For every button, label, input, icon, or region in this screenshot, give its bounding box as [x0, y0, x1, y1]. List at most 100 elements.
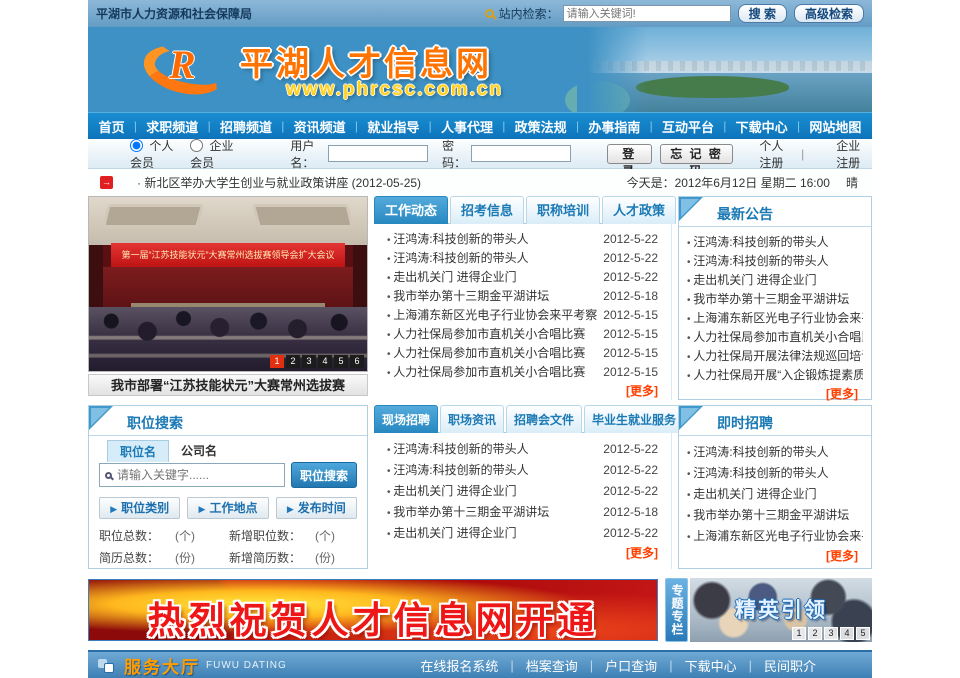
tab-career-info[interactable]: 职场资讯: [440, 405, 504, 433]
banner-page-button[interactable]: 4: [840, 627, 854, 640]
advanced-search-button[interactable]: 高级检索: [794, 4, 864, 23]
password-field[interactable]: [471, 145, 571, 162]
photo-page-button[interactable]: 5: [334, 355, 348, 368]
tab-graduate-service[interactable]: 毕业生就业服务: [584, 405, 684, 433]
recruit-link[interactable]: 走出机关门 进得企业门: [387, 524, 597, 541]
tab-position-name[interactable]: 职位名: [107, 440, 169, 462]
company-radio-input[interactable]: [190, 139, 203, 152]
tab-company-name[interactable]: 公司名: [169, 440, 229, 462]
notice-link[interactable]: 汪鸿涛:科技创新的带头人: [687, 233, 863, 250]
banner-page-button[interactable]: 5: [856, 627, 870, 640]
notice-link[interactable]: 汪鸿涛:科技创新的带头人: [687, 252, 863, 269]
job-search-button[interactable]: 职位搜索: [291, 462, 357, 488]
notice-link[interactable]: 我市举办第十三期金平湖讲坛: [687, 290, 863, 307]
news-link[interactable]: 走出机关门 进得企业门: [387, 268, 597, 285]
filter-publish-time[interactable]: ▶发布时间: [276, 497, 357, 519]
instant-link[interactable]: 上海浦东新区光电子行业协会来平考: [687, 527, 863, 544]
banner-text: 热烈祝贺人才信息网开通: [89, 590, 657, 641]
instant-link[interactable]: 汪鸿涛:科技创新的带头人: [687, 464, 863, 481]
photo-news[interactable]: 第一届“江苏技能状元”大赛常州选拔赛领导会扩大会议 1 2 3 4 5 6: [88, 196, 368, 372]
site-search-button[interactable]: 搜 索: [738, 4, 787, 23]
announcement-link[interactable]: 新北区举办大学生创业与就业政策讲座 (2012-05-25): [137, 174, 421, 191]
filter-job-category[interactable]: ▶职位类别: [99, 497, 180, 519]
nav-item-interact[interactable]: 互动平台: [662, 117, 714, 136]
special-column-strip[interactable]: 专题专栏: [665, 578, 688, 642]
notice-item: 走出机关门 进得企业门: [679, 270, 871, 289]
nav-item-hr-agency[interactable]: 人事代理: [441, 117, 493, 136]
notice-link[interactable]: 人力社保局开展法律法规巡回培训: [687, 347, 863, 364]
site-url[interactable]: www.phrcsc.com.cn: [286, 79, 503, 101]
photo-page-button[interactable]: 1: [270, 355, 284, 368]
play-arrow-icon: ▶: [110, 504, 117, 514]
recruit-link[interactable]: 汪鸿涛:科技创新的带头人: [387, 461, 597, 478]
instant-link[interactable]: 走出机关门 进得企业门: [687, 485, 863, 502]
recruit-link[interactable]: 汪鸿涛:科技创新的带头人: [387, 440, 597, 457]
register-personal-link[interactable]: 个人注册: [759, 137, 795, 171]
nav-item-download[interactable]: 下载中心: [736, 117, 788, 136]
recruit-link[interactable]: 走出机关门 进得企业门: [387, 482, 597, 499]
instant-link[interactable]: 汪鸿涛:科技创新的带头人: [687, 443, 863, 460]
forgot-password-button[interactable]: 忘 记 密 码: [660, 144, 734, 164]
news-link[interactable]: 汪鸿涛:科技创新的带头人: [387, 230, 597, 247]
celebration-banner[interactable]: 热烈祝贺人才信息网开通: [88, 579, 658, 641]
news-link[interactable]: 我市举办第十三期金平湖讲坛: [387, 287, 597, 304]
site-logo-icon[interactable]: R: [143, 41, 238, 99]
register-company-link[interactable]: 企业注册: [836, 137, 872, 171]
news-link[interactable]: 人力社保局参加市直机关小合唱比赛: [387, 363, 597, 380]
filter-work-location[interactable]: ▶工作地点: [187, 497, 268, 519]
site-search-input[interactable]: [563, 5, 731, 22]
recruit-link[interactable]: 我市举办第十三期金平湖讲坛: [387, 503, 597, 520]
tab-jobfair-files[interactable]: 招聘会文件: [506, 405, 582, 433]
photo-page-button[interactable]: 4: [318, 355, 332, 368]
notice-link[interactable]: 走出机关门 进得企业门: [687, 271, 863, 288]
elite-banner[interactable]: 精英引领 1 2 3 4 5: [690, 578, 872, 642]
nav-item-info[interactable]: 资讯频道: [294, 117, 346, 136]
stat-label: 新增职位数：: [229, 527, 315, 544]
recruit-item: 走出机关门 进得企业门2012-5-22: [374, 522, 671, 543]
banner-page-button[interactable]: 1: [792, 627, 806, 640]
tab-work-news[interactable]: 工作动态: [374, 196, 448, 224]
nav-item-jobseek[interactable]: 求职频道: [146, 117, 198, 136]
notice-link[interactable]: 人力社保局开展“入企锻炼提素质”: [687, 366, 863, 383]
member-company-radio[interactable]: 企业会员: [190, 137, 240, 171]
news-more-link[interactable]: [更多]: [374, 382, 671, 399]
tab-onsite-recruit[interactable]: 现场招聘: [374, 405, 438, 433]
news-link[interactable]: 人力社保局参加市直机关小合唱比赛: [387, 344, 597, 361]
notices-more-link[interactable]: [更多]: [679, 385, 871, 402]
main-content: 第一届“江苏技能状元”大赛常州选拔赛领导会扩大会议 1 2 3 4 5 6 我市…: [88, 196, 872, 578]
nav-item-service-guide[interactable]: 办事指南: [588, 117, 640, 136]
link-private-agency[interactable]: 民间职介: [764, 656, 816, 675]
instant-link[interactable]: 我市举办第十三期金平湖讲坛: [687, 506, 863, 523]
recruit-more-link[interactable]: [更多]: [374, 544, 671, 561]
banner-page-button[interactable]: 2: [808, 627, 822, 640]
nav-item-policy[interactable]: 政策法规: [515, 117, 567, 136]
photo-page-button[interactable]: 6: [350, 355, 364, 368]
nav-item-guide[interactable]: 就业指导: [367, 117, 419, 136]
notice-link[interactable]: 人力社保局参加市直机关小合唱比赛: [687, 328, 863, 345]
member-personal-radio[interactable]: 个人会员: [130, 137, 180, 171]
news-link[interactable]: 上海浦东新区光电子行业协会来平考察: [387, 306, 597, 323]
job-keyword-box: [99, 463, 285, 487]
instant-more-link[interactable]: [更多]: [679, 547, 871, 564]
nav-item-recruit[interactable]: 招聘频道: [220, 117, 272, 136]
personal-radio-input[interactable]: [130, 139, 143, 152]
tab-title-training[interactable]: 职称培训: [526, 196, 600, 224]
photo-caption-link[interactable]: 我市部署“江苏技能状元”大赛常州选拔赛: [88, 374, 368, 396]
link-download-center[interactable]: 下载中心: [685, 656, 737, 675]
news-link[interactable]: 汪鸿涛:科技创新的带头人: [387, 249, 597, 266]
tab-exam-info[interactable]: 招考信息: [450, 196, 524, 224]
job-keyword-input[interactable]: [117, 468, 279, 482]
login-button[interactable]: 登 录: [607, 144, 652, 164]
photo-page-button[interactable]: 2: [286, 355, 300, 368]
photo-page-button[interactable]: 3: [302, 355, 316, 368]
banner-page-button[interactable]: 3: [824, 627, 838, 640]
link-archive-query[interactable]: 档案查询: [526, 656, 578, 675]
nav-item-home[interactable]: 首页: [99, 117, 125, 136]
notice-link[interactable]: 上海浦东新区光电子行业协会来平考: [687, 309, 863, 326]
link-online-signup[interactable]: 在线报名系统: [420, 656, 498, 675]
tab-talent-policy[interactable]: 人才政策: [602, 196, 676, 224]
username-field[interactable]: [328, 145, 428, 162]
news-link[interactable]: 人力社保局参加市直机关小合唱比赛: [387, 325, 597, 342]
link-hukou-query[interactable]: 户口查询: [605, 656, 657, 675]
nav-item-sitemap[interactable]: 网站地图: [809, 117, 861, 136]
